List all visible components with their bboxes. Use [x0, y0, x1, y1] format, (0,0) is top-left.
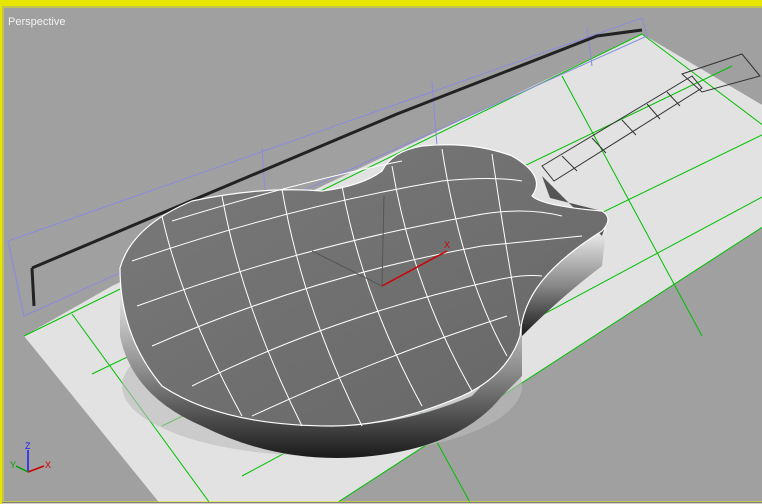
gizmo-x-label: X	[444, 240, 450, 250]
viewport-label[interactable]: Perspective	[8, 16, 65, 28]
tripod-z-label: Z	[25, 442, 31, 451]
axis-tripod: Z X Y	[10, 442, 51, 473]
perspective-viewport[interactable]: X Perspective Z X Y	[0, 0, 762, 504]
tripod-x-label: X	[45, 460, 51, 470]
tripod-y-label: Y	[10, 460, 16, 470]
guitar-body-top	[119, 144, 609, 427]
scene-render[interactable]: X	[2, 6, 762, 504]
